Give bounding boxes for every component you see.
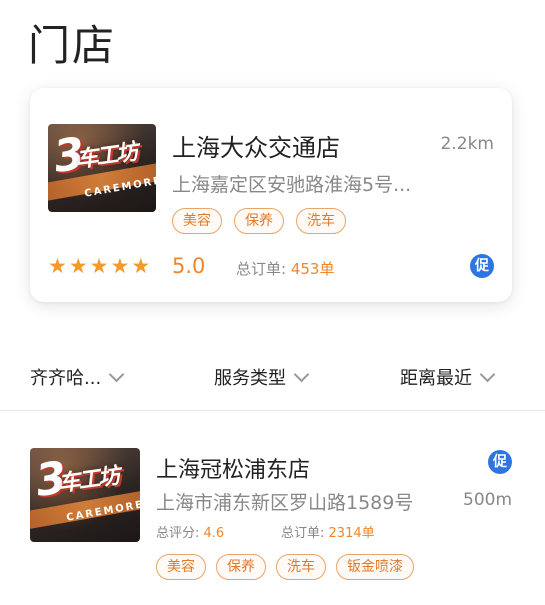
star-icon: ★ <box>68 254 88 278</box>
order-count: 总订单: 2314单 <box>281 522 375 541</box>
filter-service-type[interactable]: 服务类型 <box>214 364 310 390</box>
filter-service-type-label: 服务类型 <box>214 368 286 389</box>
order-count-label: 总订单: <box>281 526 325 541</box>
star-icon: ★ <box>110 254 130 278</box>
store-distance: 2.2km <box>440 134 494 154</box>
store-address: 上海嘉定区安驰路淮海5号... <box>172 174 412 196</box>
star-icon: ★ <box>131 254 151 278</box>
service-tag: 美容 <box>172 208 222 234</box>
store-thumbnail: 3 车工坊 CAREMORE <box>30 448 140 542</box>
score-stat: 总评分: 4.6 <box>156 522 224 541</box>
star-icon: ★ <box>48 254 67 278</box>
store-thumbnail: 3 车工坊 CAREMORE <box>48 124 156 212</box>
order-count: 总订单: 453单 <box>236 258 334 279</box>
store-address: 上海市浦东新区罗山路1589号 <box>156 492 414 514</box>
order-count-value: 2314单 <box>328 526 375 541</box>
store-name[interactable]: 上海大众交通店 <box>172 128 340 163</box>
service-tag: 美容 <box>156 554 206 580</box>
filter-sort-distance-label: 距离最近 <box>400 368 472 389</box>
service-tag: 保养 <box>216 554 266 580</box>
service-tags: 美容 保养 洗车 <box>172 208 346 234</box>
filter-sort-distance[interactable]: 距离最近 <box>400 364 496 390</box>
chevron-down-icon <box>108 366 125 382</box>
order-count-label: 总订单: <box>236 260 287 278</box>
filter-bar: 齐齐哈... 服务类型 距离最近 <box>0 346 545 411</box>
service-tag: 钣金喷漆 <box>336 554 414 580</box>
store-list-item[interactable]: 3 车工坊 CAREMORE 上海冠松浦东店 促 上海市浦东新区罗山路1589号… <box>0 412 545 605</box>
service-tags: 美容 保养 洗车 钣金喷漆 <box>156 554 414 580</box>
chevron-down-icon <box>479 366 496 382</box>
page-title: 门店 <box>28 21 117 70</box>
promo-badge-icon: 促 <box>488 450 512 474</box>
filter-city[interactable]: 齐齐哈... <box>30 364 125 390</box>
service-tag: 洗车 <box>276 554 326 580</box>
star-icon: ★ <box>89 254 109 278</box>
order-count-value: 453单 <box>290 260 335 278</box>
chevron-down-icon <box>293 366 310 382</box>
featured-store-card[interactable]: 3 车工坊 CAREMORE 上海大众交通店 2.2km 上海嘉定区安驰路淮海5… <box>30 88 512 302</box>
score-value: 4.6 <box>203 526 225 541</box>
service-tag: 洗车 <box>296 208 346 234</box>
store-distance: 500m <box>463 490 513 510</box>
promo-badge-icon: 促 <box>470 254 494 278</box>
filter-city-label: 齐齐哈... <box>30 368 102 389</box>
score-label: 总评分: <box>156 526 200 541</box>
store-name[interactable]: 上海冠松浦东店 <box>156 452 310 484</box>
service-tag: 保养 <box>234 208 284 234</box>
rating-value: 5.0 <box>172 254 206 278</box>
rating-stars: ★ ★ ★ ★ ★ <box>48 256 150 277</box>
